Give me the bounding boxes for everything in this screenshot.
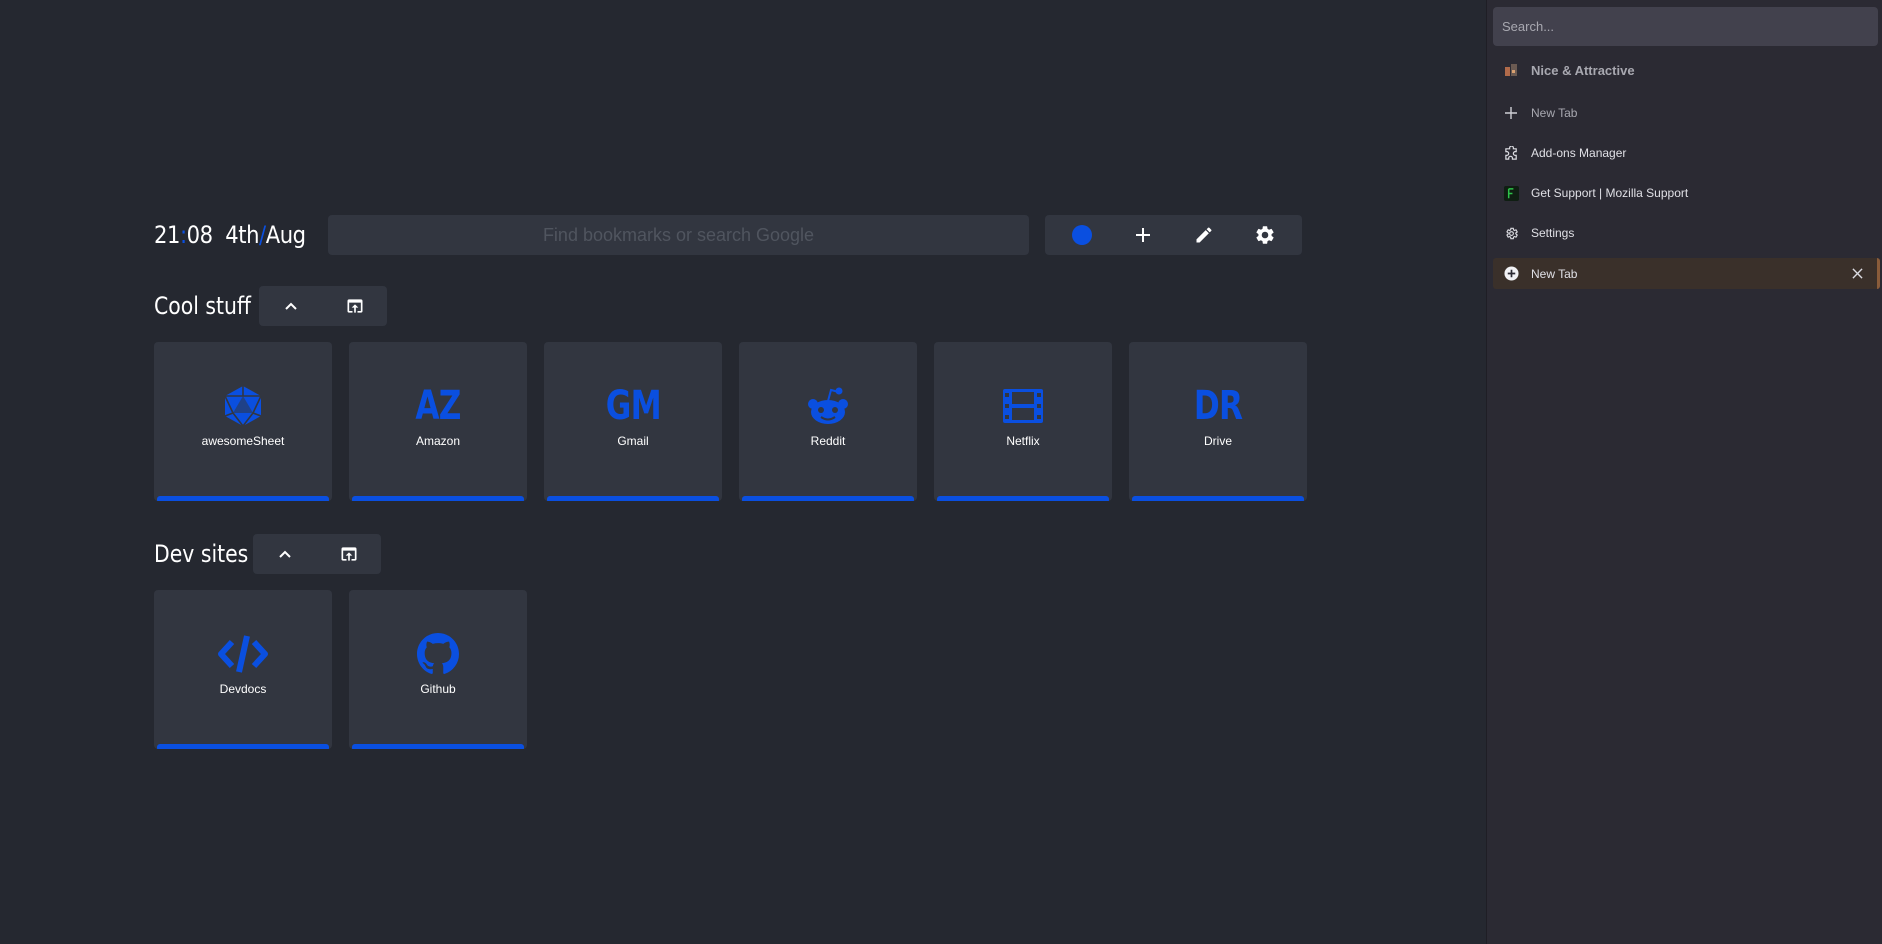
sidebar-search-input[interactable] xyxy=(1502,19,1869,34)
sidebar-search xyxy=(1493,7,1878,46)
bookmark-letters: GM xyxy=(605,383,661,429)
group-header-cool-stuff: Cool stuff xyxy=(154,286,268,326)
plus-circle-icon xyxy=(1503,266,1519,282)
bookmark-amazon[interactable]: AZ Amazon xyxy=(349,342,527,501)
clock-hours: 21 xyxy=(154,221,181,249)
plus-icon xyxy=(1503,105,1519,121)
bookmark-letters: DR xyxy=(1193,383,1243,429)
date-slash: / xyxy=(259,221,266,249)
pencil-icon xyxy=(1196,227,1212,243)
chevron-up-icon xyxy=(285,302,297,310)
theme-button[interactable] xyxy=(1062,215,1102,255)
close-icon xyxy=(1851,267,1863,279)
group-controls xyxy=(253,534,381,574)
puzzle-icon xyxy=(1503,145,1519,161)
top-bar: 21:08 4th/Aug xyxy=(154,215,1302,255)
sidebar-item-label: New Tab xyxy=(1531,106,1578,120)
bookmark-label: awesomeSheet xyxy=(201,434,285,448)
collapse-group-button[interactable] xyxy=(271,286,311,326)
search-input[interactable] xyxy=(328,215,1029,255)
bookmark-label: Github xyxy=(420,682,456,696)
github-icon xyxy=(417,633,459,674)
blue-dot-icon xyxy=(1071,225,1092,245)
open-in-new-icon xyxy=(347,299,363,313)
settings-button[interactable] xyxy=(1245,215,1285,255)
sidebar-item-addons-manager[interactable]: Add-ons Manager xyxy=(1493,138,1880,168)
bookmark-grid: Devdocs Github xyxy=(154,590,527,749)
date-time: 21:08 4th/Aug xyxy=(154,221,306,249)
add-button[interactable] xyxy=(1123,215,1163,255)
bookmark-label: Devdocs xyxy=(219,682,267,696)
d20-icon xyxy=(224,386,262,427)
collapse-group-button[interactable] xyxy=(265,534,305,574)
date-day: 4th xyxy=(225,221,260,249)
sidebar-item-label: Nice & Attractive xyxy=(1531,62,1635,78)
sidebar-item-label: New Tab xyxy=(1531,266,1578,281)
bookmark-drive[interactable]: DR Drive xyxy=(1129,342,1307,501)
code-icon xyxy=(218,635,268,673)
tab-group-nice-attractive[interactable]: Nice & Attractive xyxy=(1493,55,1880,85)
bookmark-netflix[interactable]: Netflix xyxy=(934,342,1112,501)
bookmark-label: Netflix xyxy=(1006,434,1040,448)
sidebar-item-mozilla-support[interactable]: Get Support | Mozilla Support xyxy=(1493,178,1880,208)
toolbar xyxy=(1045,215,1302,255)
bookmark-reddit[interactable]: Reddit xyxy=(739,342,917,501)
bookmark-letters: AZ xyxy=(415,383,461,429)
bookmark-devdocs[interactable]: Devdocs xyxy=(154,590,332,749)
sidebar-item-label: Settings xyxy=(1531,226,1575,240)
date-month: Aug xyxy=(265,221,306,249)
edit-button[interactable] xyxy=(1184,215,1224,255)
group-controls xyxy=(259,286,387,326)
group-title: Dev sites xyxy=(154,540,249,568)
film-icon xyxy=(1003,389,1043,423)
open-all-button[interactable] xyxy=(329,534,369,574)
gear-icon xyxy=(1503,225,1519,241)
bookmark-label: Reddit xyxy=(810,434,846,448)
gear-icon xyxy=(1256,226,1274,244)
sidebar-item-new-tab-active[interactable]: New Tab xyxy=(1493,258,1880,289)
group-header-dev-sites: Dev sites xyxy=(154,534,265,574)
sidebar-item-label: Add-ons Manager xyxy=(1531,146,1627,160)
sidebar-item-settings[interactable]: Settings xyxy=(1493,218,1880,248)
reddit-icon xyxy=(808,387,848,424)
bookmark-github[interactable]: Github xyxy=(349,590,527,749)
chevron-up-icon xyxy=(279,550,291,558)
bookmark-label: Gmail xyxy=(617,434,649,448)
open-in-new-icon xyxy=(341,547,357,561)
search-box xyxy=(328,215,1029,255)
tab-group-icon xyxy=(1503,62,1519,78)
clock-minutes: 08 xyxy=(186,221,213,249)
group-title: Cool stuff xyxy=(154,292,251,320)
new-tab-page: 21:08 4th/Aug Cool stuff xyxy=(0,0,1486,944)
plus-icon xyxy=(1135,228,1150,242)
bookmark-awesomesheet[interactable]: awesomeSheet xyxy=(154,342,332,501)
bookmark-gmail[interactable]: GM Gmail xyxy=(544,342,722,501)
close-tab-button[interactable] xyxy=(1849,265,1865,281)
sidebar-item-label: Get Support | Mozilla Support xyxy=(1531,186,1689,200)
bookmark-grid: awesomeSheet AZ Amazon GM Gmail Reddit N… xyxy=(154,342,1307,501)
open-all-button[interactable] xyxy=(335,286,375,326)
bookmark-label: Drive xyxy=(1203,434,1232,448)
sidebar-item-new-tab[interactable]: New Tab xyxy=(1493,98,1880,128)
tabs-sidebar: Nice & Attractive New Tab Add-ons Manage… xyxy=(1486,0,1882,944)
bookmark-label: Amazon xyxy=(415,434,461,448)
mozilla-support-icon xyxy=(1503,185,1519,201)
